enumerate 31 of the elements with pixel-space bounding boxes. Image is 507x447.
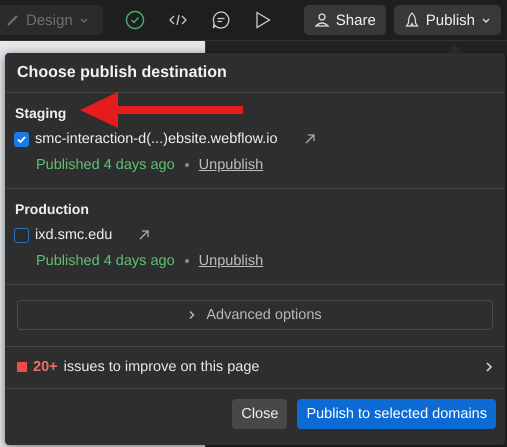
brush-icon (6, 13, 20, 27)
comment-icon[interactable] (210, 10, 231, 30)
publish-status: Published 4 days ago (36, 253, 175, 269)
external-link-icon[interactable] (138, 229, 150, 241)
play-icon[interactable] (254, 11, 271, 29)
issue-icon (17, 362, 27, 372)
share-button[interactable]: Share (304, 5, 386, 35)
rocket-icon (404, 12, 420, 28)
checkbox[interactable] (14, 228, 29, 242)
chevron-right-icon (188, 310, 196, 320)
dialog-title: Choose publish destination (5, 53, 505, 93)
close-button[interactable]: Close (232, 399, 288, 429)
chevron-right-icon[interactable] (485, 361, 493, 373)
code-icon[interactable] (168, 13, 187, 27)
check-circle-icon[interactable] (124, 10, 145, 30)
publish-selected-button[interactable]: Publish to selected domains (297, 399, 496, 429)
publish-status: Published 4 days ago (36, 157, 175, 173)
issue-count: 20+ (33, 359, 58, 375)
user-icon (314, 12, 330, 28)
domain-label: ixd.smc.edu (35, 227, 112, 243)
publish-button[interactable]: Publish (394, 5, 501, 35)
domain-label: smc-interaction-d(...)ebsite.webflow.io (35, 131, 278, 147)
external-link-icon[interactable] (304, 133, 316, 145)
advanced-options-button[interactable]: Advanced options (17, 300, 493, 330)
checkmark-icon (16, 134, 27, 144)
checkbox[interactable] (14, 132, 29, 146)
section-heading: Production (14, 201, 90, 217)
unpublish-link[interactable]: Unpublish (198, 253, 264, 269)
unpublish-link[interactable]: Unpublish (198, 157, 264, 173)
section-heading: Staging (14, 105, 68, 121)
issues-link[interactable]: issues to improve on this page (64, 359, 479, 375)
